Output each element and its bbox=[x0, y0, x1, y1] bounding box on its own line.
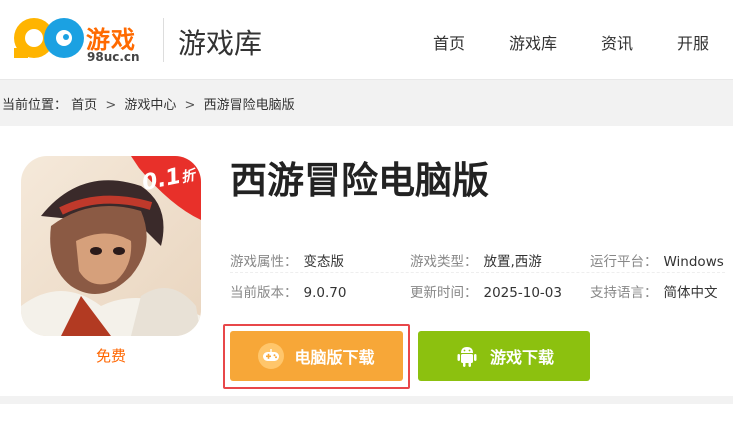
header-divider bbox=[163, 18, 164, 62]
game-download-button[interactable]: 游戏下载 bbox=[418, 331, 590, 381]
info-type-value: 放置,西游 bbox=[483, 254, 542, 270]
android-icon bbox=[454, 343, 480, 369]
main-nav: 首页 游戏库 资讯 开服 bbox=[433, 30, 709, 54]
game-title: 西游冒险电脑版 bbox=[230, 159, 489, 202]
info-platform: 运行平台： Windows bbox=[590, 250, 724, 270]
breadcrumb-home[interactable]: 首页 bbox=[71, 98, 97, 113]
nav-home[interactable]: 首页 bbox=[433, 30, 465, 54]
breadcrumb-separator: > bbox=[105, 98, 117, 113]
gamepad-icon bbox=[258, 343, 285, 369]
nav-game-library[interactable]: 游戏库 bbox=[509, 30, 557, 54]
site-header: 游戏 98uc.cn 游戏库 首页 游戏库 资讯 开服 bbox=[0, 0, 733, 80]
pc-download-button[interactable]: 电脑版下载 bbox=[230, 331, 403, 381]
info-type: 游戏类型： 放置,西游 bbox=[410, 250, 542, 270]
breadcrumb-separator: > bbox=[184, 98, 196, 113]
info-attribute-value: 变态版 bbox=[303, 254, 345, 270]
logo-url: 98uc.cn bbox=[87, 50, 140, 64]
game-download-label: 游戏下载 bbox=[489, 348, 554, 367]
info-type-label: 游戏类型： bbox=[410, 254, 478, 270]
info-language-label: 支持语言： bbox=[590, 285, 658, 301]
secondary-card bbox=[0, 404, 733, 441]
discount-suffix: 折 bbox=[179, 167, 197, 187]
nav-news[interactable]: 资讯 bbox=[601, 30, 633, 54]
game-icon: 0.1折 bbox=[21, 156, 201, 336]
section-title: 游戏库 bbox=[178, 27, 263, 60]
info-version-label: 当前版本： bbox=[230, 285, 298, 301]
logo-98-icon bbox=[14, 18, 84, 58]
info-divider bbox=[230, 272, 725, 273]
site-logo[interactable]: 游戏 98uc.cn bbox=[8, 8, 148, 68]
breadcrumb-prefix: 当前位置： bbox=[2, 98, 68, 113]
info-language-value: 简体中文 bbox=[663, 285, 718, 301]
info-updated-label: 更新时间： bbox=[410, 285, 478, 301]
info-attribute-label: 游戏属性： bbox=[230, 254, 298, 270]
info-updated: 更新时间： 2025-10-03 bbox=[410, 281, 562, 301]
info-attribute: 游戏属性： 变态版 bbox=[230, 250, 344, 270]
breadcrumb-game-center[interactable]: 游戏中心 bbox=[124, 98, 176, 113]
breadcrumb: 当前位置： 首页 > 游戏中心 > 西游冒险电脑版 bbox=[2, 94, 295, 113]
info-language: 支持语言： 简体中文 bbox=[590, 281, 718, 301]
info-platform-value: Windows bbox=[663, 254, 724, 270]
info-version: 当前版本： 9.0.70 bbox=[230, 281, 346, 301]
info-platform-label: 运行平台： bbox=[590, 254, 658, 270]
price-label: 免费 bbox=[95, 347, 126, 365]
discount-badge: 0.1折 bbox=[131, 156, 201, 220]
info-updated-value: 2025-10-03 bbox=[483, 285, 562, 301]
nav-servers[interactable]: 开服 bbox=[677, 30, 709, 54]
breadcrumb-current: 西游冒险电脑版 bbox=[203, 98, 295, 113]
info-version-value: 9.0.70 bbox=[303, 285, 347, 301]
pc-download-label: 电脑版下载 bbox=[294, 348, 375, 367]
